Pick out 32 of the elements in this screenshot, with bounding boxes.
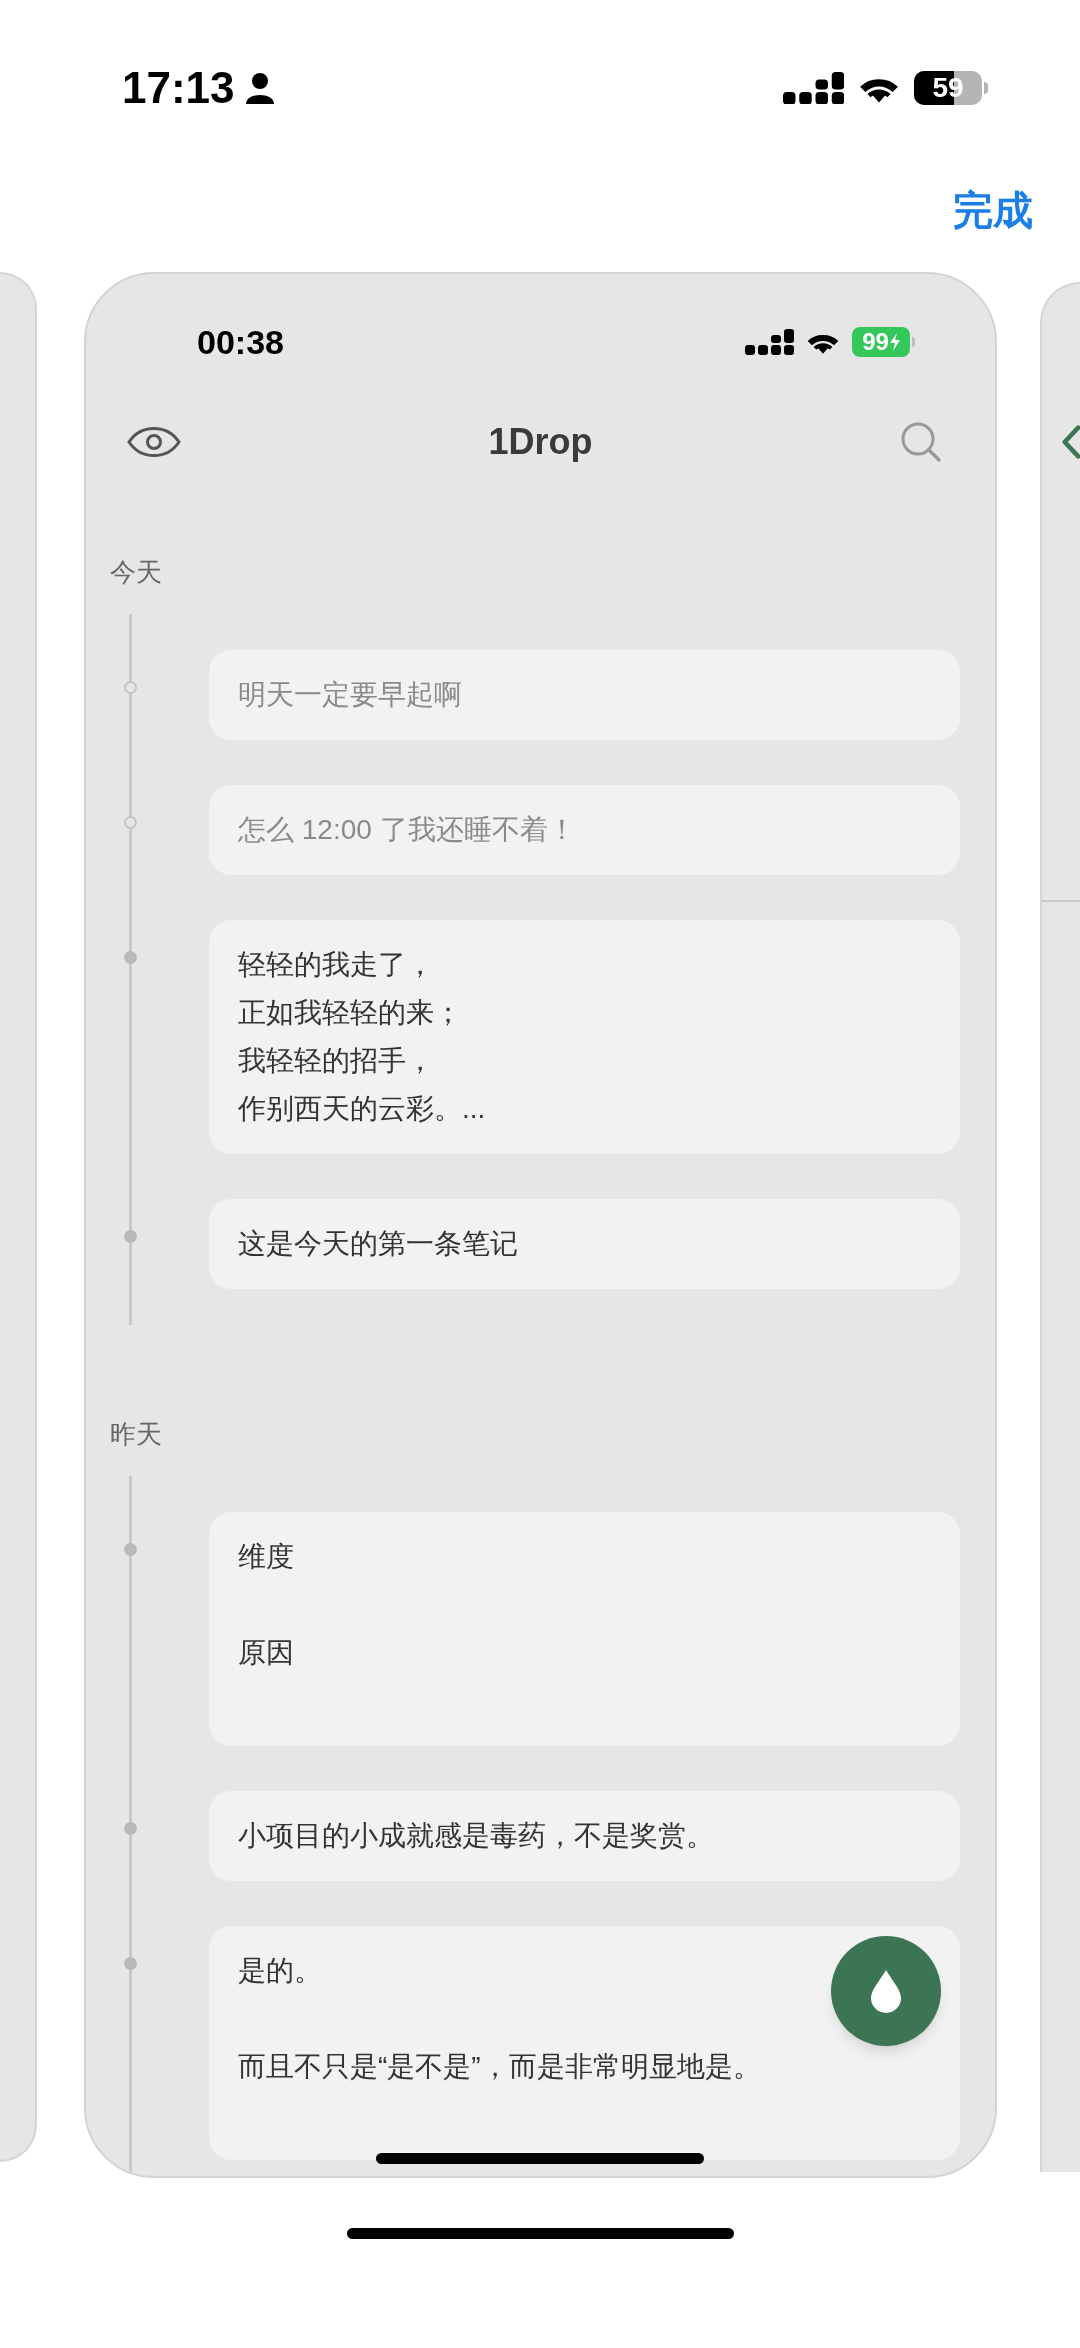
note-card[interactable]: 这是今天的第一条笔记	[209, 1199, 960, 1289]
note-line: 维度	[238, 1540, 294, 1574]
note-line: 明天一定要早起啊	[238, 678, 462, 712]
back-chevron-icon	[1062, 422, 1080, 462]
note-line: 这是今天的第一条笔记	[238, 1227, 518, 1261]
note-line: 小项目的小成就感是毒药，不是奖赏。	[238, 1819, 714, 1853]
status-time: 00:38	[197, 325, 284, 359]
section-label: 昨天	[109, 1418, 163, 1451]
note-card[interactable]: 是的。 而且不只是“是不是”，而是非常明显地是。	[209, 1926, 960, 2160]
app-title: 1Drop	[488, 424, 593, 460]
status-time: 17:13	[122, 66, 235, 110]
signal-icon	[782, 71, 844, 105]
note-card[interactable]: 维度 原因	[209, 1512, 960, 1746]
note-line: 怎么 12:00 了我还睡不着！	[238, 813, 576, 847]
person-icon	[244, 72, 275, 104]
note-line: 原因	[238, 1636, 294, 1670]
eye-icon	[127, 427, 181, 457]
note-line: 而且不只是“是不是”，而是非常明显地是。	[238, 2050, 761, 2084]
note-card[interactable]: 小项目的小成就感是毒药，不是奖赏。	[209, 1791, 960, 1881]
note-line: 作别西天的云彩。...	[238, 1092, 486, 1126]
signal-icon	[745, 329, 794, 355]
search-icon	[900, 421, 942, 463]
battery-percent: 99	[862, 330, 889, 354]
note-line: 是的。	[238, 1954, 322, 1988]
note-line: 正如我轻轻的来；	[238, 996, 462, 1030]
bolt-icon	[889, 333, 900, 351]
note-card[interactable]: 轻轻的我走了， 正如我轻轻的来； 我轻轻的招手， 作别西天的云彩。...	[209, 920, 960, 1154]
note-line: 我轻轻的招手，	[238, 1044, 434, 1078]
section-label: 今天	[109, 556, 163, 589]
note-line: 轻轻的我走了，	[238, 948, 434, 982]
drop-icon	[869, 1968, 903, 2014]
done-button[interactable]: 完成	[953, 190, 1033, 230]
